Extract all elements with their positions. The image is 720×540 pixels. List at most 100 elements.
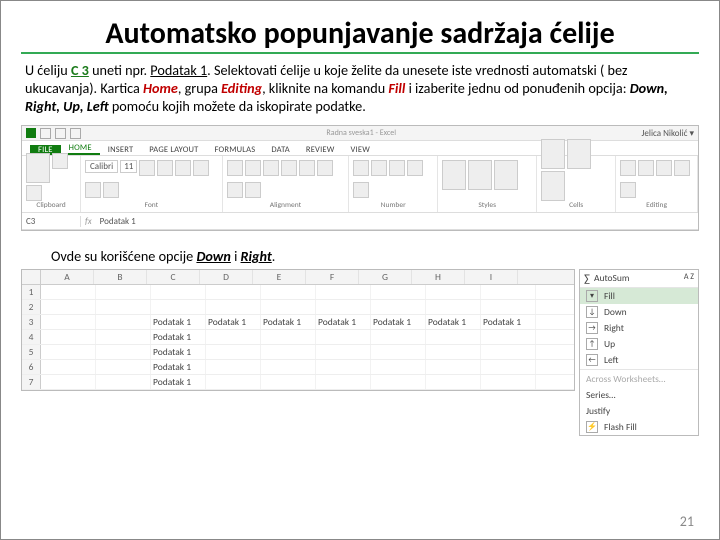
cell[interactable] xyxy=(96,345,151,359)
bold-icon[interactable] xyxy=(139,160,155,176)
font-name-box[interactable]: Calibri xyxy=(85,160,118,173)
tab-data[interactable]: DATA xyxy=(263,145,298,155)
fill-left[interactable]: ←Left xyxy=(580,352,698,368)
cell[interactable] xyxy=(481,375,536,389)
cell[interactable] xyxy=(41,330,96,344)
fontcolor-icon[interactable] xyxy=(103,182,119,198)
autosum-sigma-icon[interactable]: ∑ xyxy=(584,272,590,285)
cell[interactable] xyxy=(261,285,316,299)
cell[interactable] xyxy=(206,345,261,359)
font-size-box[interactable]: 11 xyxy=(120,160,137,173)
cell[interactable] xyxy=(206,285,261,299)
fill-icon[interactable] xyxy=(638,160,654,176)
col-C[interactable]: C xyxy=(147,270,200,284)
cell[interactable]: Podatak 1 xyxy=(426,315,481,329)
tab-formulas[interactable]: FORMULAS xyxy=(207,145,264,155)
merge-icon[interactable] xyxy=(245,182,261,198)
wrap-icon[interactable] xyxy=(281,160,297,176)
cell[interactable] xyxy=(96,300,151,314)
cell[interactable] xyxy=(41,285,96,299)
cell[interactable] xyxy=(151,285,206,299)
copy-icon[interactable] xyxy=(26,185,42,201)
paste-icon[interactable] xyxy=(26,153,50,183)
cell[interactable] xyxy=(96,375,151,389)
fill-right[interactable]: →Right xyxy=(580,320,698,336)
col-H[interactable]: H xyxy=(412,270,465,284)
cell[interactable] xyxy=(96,315,151,329)
cell[interactable] xyxy=(426,345,481,359)
underline-icon[interactable] xyxy=(175,160,191,176)
cell[interactable] xyxy=(206,375,261,389)
condfmt-icon[interactable] xyxy=(442,160,466,190)
cell[interactable] xyxy=(151,300,206,314)
tablefmt-icon[interactable] xyxy=(468,160,492,190)
insert-cells-icon[interactable] xyxy=(541,139,565,169)
cell[interactable] xyxy=(41,300,96,314)
row-header[interactable]: 1 xyxy=(22,285,41,299)
tab-pagelayout[interactable]: PAGE LAYOUT xyxy=(141,145,206,155)
col-A[interactable]: A xyxy=(41,270,94,284)
fill-justify[interactable]: Justify xyxy=(580,403,698,419)
sort-icon[interactable] xyxy=(674,160,690,176)
col-D[interactable]: D xyxy=(200,270,253,284)
formula-value[interactable]: Podatak 1 xyxy=(96,216,140,227)
cell[interactable] xyxy=(481,330,536,344)
cell[interactable] xyxy=(206,360,261,374)
cell[interactable] xyxy=(316,300,371,314)
find-icon[interactable] xyxy=(620,182,636,198)
align-left-icon[interactable] xyxy=(299,160,315,176)
fill-down[interactable]: ↓Down xyxy=(580,304,698,320)
cell[interactable] xyxy=(426,285,481,299)
cell[interactable] xyxy=(316,330,371,344)
cell[interactable] xyxy=(481,285,536,299)
cell[interactable] xyxy=(426,300,481,314)
italic-icon[interactable] xyxy=(157,160,173,176)
cell[interactable]: Podatak 1 xyxy=(151,330,206,344)
cell[interactable] xyxy=(426,360,481,374)
delete-cells-icon[interactable] xyxy=(567,139,591,169)
row-header[interactable]: 2 xyxy=(22,300,41,314)
cell[interactable] xyxy=(371,345,426,359)
cell[interactable] xyxy=(41,315,96,329)
cell[interactable]: Podatak 1 xyxy=(151,360,206,374)
border-icon[interactable] xyxy=(193,160,209,176)
col-I[interactable]: I xyxy=(465,270,518,284)
comma-icon[interactable] xyxy=(389,160,405,176)
tab-insert[interactable]: INSERT xyxy=(100,145,142,155)
autosum-icon[interactable] xyxy=(620,160,636,176)
col-F[interactable]: F xyxy=(306,270,359,284)
cell[interactable] xyxy=(371,330,426,344)
col-B[interactable]: B xyxy=(94,270,147,284)
cell[interactable] xyxy=(41,360,96,374)
cell[interactable]: Podatak 1 xyxy=(151,375,206,389)
cell[interactable] xyxy=(426,330,481,344)
autosum-label[interactable]: AutoSum xyxy=(594,272,630,285)
row-header[interactable]: 4 xyxy=(22,330,41,344)
cell[interactable] xyxy=(96,285,151,299)
cell[interactable] xyxy=(316,285,371,299)
row-header[interactable]: 3 xyxy=(22,315,41,329)
tab-review[interactable]: REVIEW xyxy=(298,145,343,155)
dec-dec-icon[interactable] xyxy=(353,182,369,198)
align-top-icon[interactable] xyxy=(227,160,243,176)
cell[interactable]: Podatak 1 xyxy=(371,315,426,329)
row-header[interactable]: 5 xyxy=(22,345,41,359)
cell[interactable] xyxy=(481,360,536,374)
fill-command[interactable]: ▾ Fill xyxy=(580,288,698,304)
cell[interactable]: Podatak 1 xyxy=(261,315,316,329)
sort-az-icon[interactable]: A Z xyxy=(684,272,694,285)
cell[interactable] xyxy=(206,300,261,314)
cut-icon[interactable] xyxy=(52,153,68,169)
cell[interactable] xyxy=(261,345,316,359)
cell[interactable] xyxy=(41,375,96,389)
cell[interactable]: Podatak 1 xyxy=(481,315,536,329)
align-mid-icon[interactable] xyxy=(245,160,261,176)
cell[interactable] xyxy=(316,345,371,359)
cell[interactable] xyxy=(371,360,426,374)
cell[interactable] xyxy=(41,345,96,359)
dec-inc-icon[interactable] xyxy=(407,160,423,176)
cell[interactable] xyxy=(261,360,316,374)
cell[interactable] xyxy=(371,285,426,299)
cellstyle-icon[interactable] xyxy=(494,160,518,190)
percent-icon[interactable] xyxy=(371,160,387,176)
